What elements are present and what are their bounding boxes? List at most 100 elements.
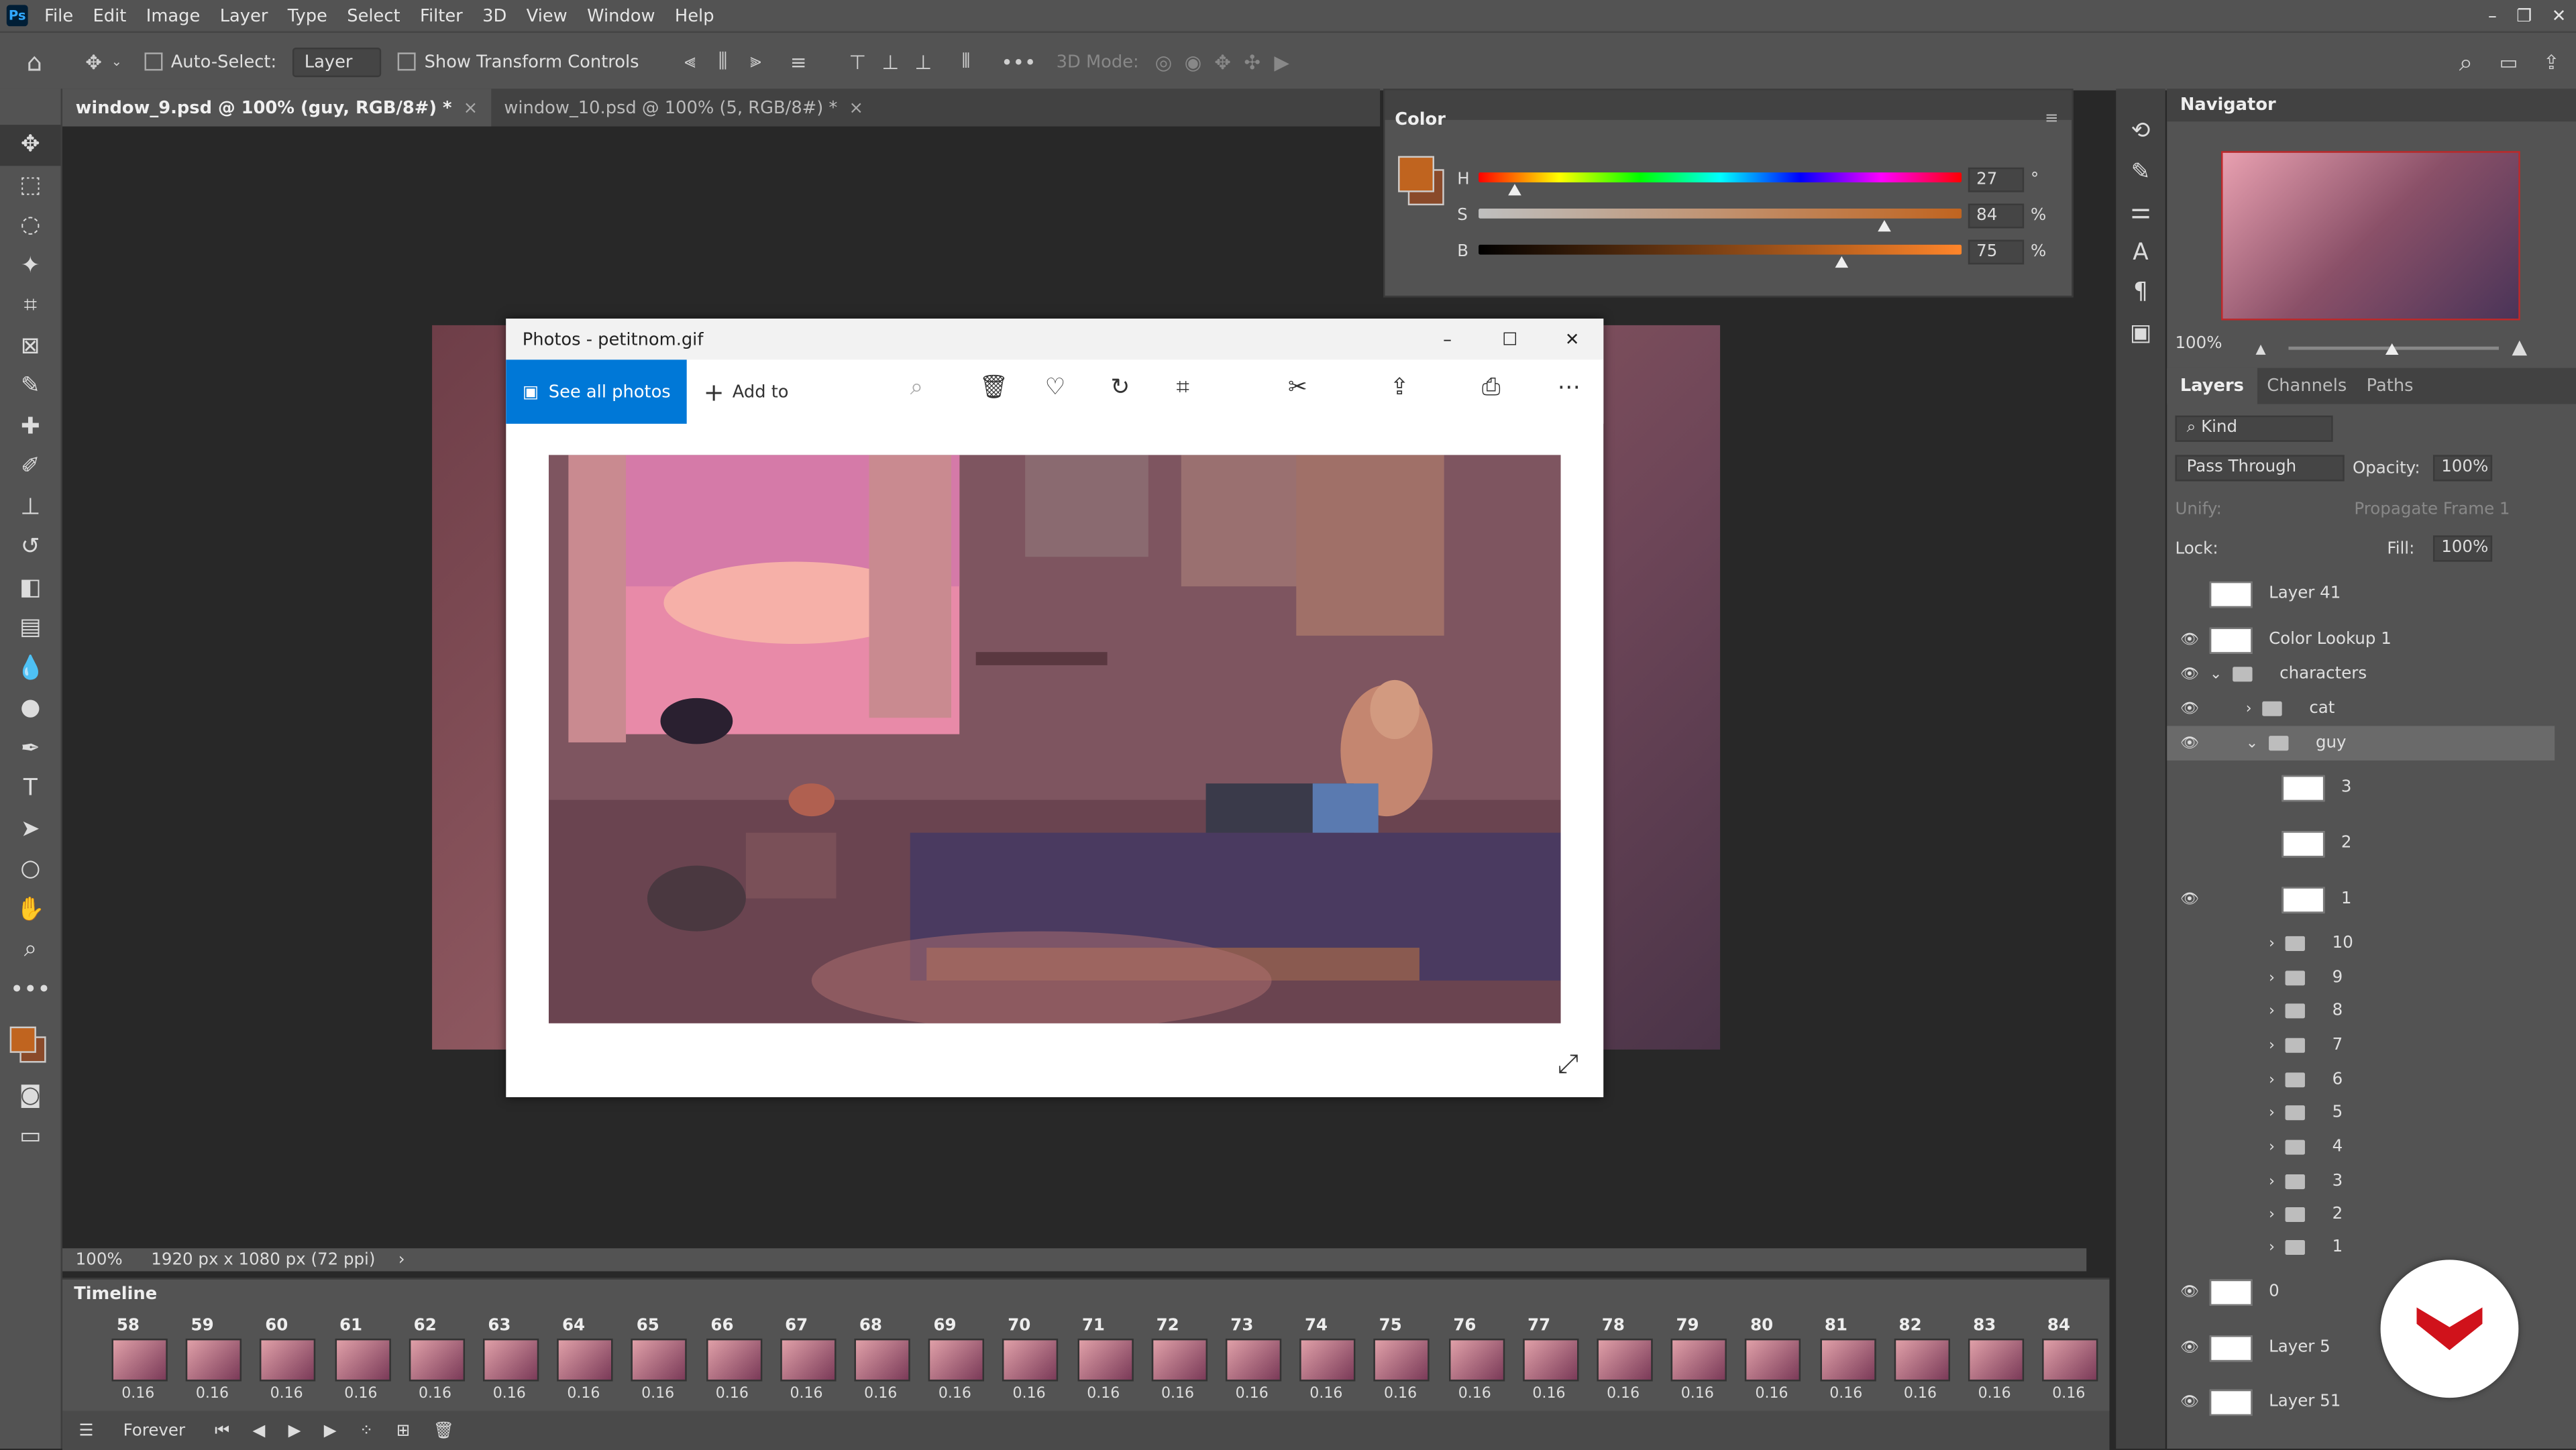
frame-delay[interactable]: 0.16 bbox=[1458, 1386, 1503, 1402]
frame-delay[interactable]: 0.16 bbox=[344, 1386, 388, 1402]
hue-input[interactable]: 27 bbox=[1968, 167, 2025, 192]
zoom-level[interactable]: 100% bbox=[76, 1251, 142, 1269]
frame-delay[interactable]: 0.16 bbox=[1607, 1386, 1651, 1402]
auto-select-dropdown[interactable]: Layer bbox=[292, 46, 382, 76]
first-frame-icon[interactable]: ⏮ bbox=[215, 1422, 229, 1440]
eye-icon[interactable]: 👁 bbox=[2180, 1284, 2199, 1300]
chevron-right-icon[interactable]: › bbox=[2246, 700, 2252, 716]
photos-titlebar[interactable]: Photos - petitnom.gif – ☐ ✕ bbox=[506, 319, 1604, 360]
workspace-icon[interactable]: ▭ bbox=[2497, 50, 2520, 73]
delete-frame-icon[interactable]: 🗑 bbox=[433, 1422, 454, 1440]
screen-mode-icon[interactable]: ▭ bbox=[0, 1116, 61, 1156]
close-button[interactable]: ✕ bbox=[1541, 329, 1603, 349]
chevron-right-icon[interactable]: › bbox=[2269, 1072, 2275, 1088]
timeline-frame[interactable]: 70 0.16 bbox=[986, 1317, 1059, 1409]
3d-roll-icon[interactable]: ◉ bbox=[1181, 50, 1204, 73]
navigator-tab[interactable]: Navigator bbox=[2167, 89, 2576, 122]
frame-delay[interactable]: 0.16 bbox=[1236, 1386, 1280, 1402]
eye-icon[interactable]: 👁 bbox=[2180, 666, 2199, 682]
timeline-frame[interactable]: 64 0.16 bbox=[541, 1317, 613, 1409]
chevron-right-icon[interactable]: › bbox=[2269, 1207, 2275, 1223]
close-app-button[interactable]: ✕ bbox=[2542, 6, 2576, 25]
frame-delay[interactable]: 0.16 bbox=[716, 1386, 760, 1402]
lasso-tool-icon[interactable]: ◌ bbox=[0, 205, 61, 245]
tab-channels[interactable]: Channels bbox=[2257, 376, 2357, 396]
chevron-right-icon[interactable]: › bbox=[2269, 936, 2275, 952]
marquee-tool-icon[interactable]: ⬚ bbox=[0, 165, 61, 205]
frame-delay[interactable]: 0.16 bbox=[641, 1386, 686, 1402]
3d-pan-icon[interactable]: ✥ bbox=[1211, 50, 1234, 73]
frame-delay[interactable]: 0.16 bbox=[864, 1386, 908, 1402]
layer-row[interactable]: › 5 bbox=[2167, 1095, 2555, 1129]
align-left-icon[interactable]: ⫷ bbox=[678, 49, 701, 73]
minimize-app-button[interactable]: – bbox=[2478, 6, 2506, 25]
timeline-frame[interactable]: 65 0.16 bbox=[615, 1317, 688, 1409]
play-icon[interactable]: ▶ bbox=[288, 1422, 301, 1440]
saturation-slider[interactable] bbox=[1479, 209, 1962, 219]
zoom-out-icon[interactable]: ▲ bbox=[2255, 341, 2265, 356]
more-icon[interactable]: ⋯ bbox=[1558, 374, 1580, 400]
distribute-vertical-icon[interactable]: ⫴ bbox=[955, 49, 977, 73]
timeline-frame[interactable]: 74 0.16 bbox=[1283, 1317, 1356, 1409]
layer-row[interactable]: 👁 ⌄ characters bbox=[2167, 657, 2555, 691]
timeline-frame[interactable]: 66 0.16 bbox=[690, 1317, 762, 1409]
blend-mode-dropdown[interactable]: Pass Through bbox=[2175, 455, 2345, 482]
status-arrow-icon[interactable]: › bbox=[398, 1251, 405, 1269]
color-swatches[interactable] bbox=[0, 1010, 61, 1076]
navigator-zoom-thumb[interactable] bbox=[2385, 343, 2399, 355]
path-selection-icon[interactable]: ➤ bbox=[0, 809, 61, 849]
brush-tool-icon[interactable]: ✐ bbox=[0, 447, 61, 487]
menu-edit[interactable]: Edit bbox=[83, 6, 136, 25]
loop-dropdown[interactable]: Forever bbox=[123, 1422, 185, 1440]
timeline-frame[interactable]: 76 0.16 bbox=[1432, 1317, 1505, 1409]
show-transform-checkbox[interactable] bbox=[398, 52, 417, 71]
navigator-preview[interactable] bbox=[2221, 151, 2520, 321]
fill-input[interactable]: 100% bbox=[2432, 535, 2493, 562]
chevron-right-icon[interactable]: › bbox=[2269, 1174, 2275, 1190]
menu-3d[interactable]: 3D bbox=[472, 6, 517, 25]
auto-select-checkbox[interactable] bbox=[144, 52, 163, 71]
see-all-photos-button[interactable]: ▣ See all photos bbox=[506, 359, 688, 424]
saturation-slider-thumb[interactable] bbox=[1878, 220, 1891, 232]
tab-layers[interactable]: Layers bbox=[2167, 368, 2257, 404]
zoom-icon[interactable]: ⌕ bbox=[910, 374, 923, 400]
frame-delay[interactable]: 0.16 bbox=[196, 1386, 240, 1402]
timeline-frame[interactable]: 75 0.16 bbox=[1358, 1317, 1430, 1409]
panel-menu-icon[interactable]: ≡ bbox=[2045, 110, 2059, 128]
align-right-icon[interactable]: ⫸ bbox=[744, 49, 767, 73]
crop-icon[interactable]: ⌗ bbox=[1176, 374, 1189, 400]
character-icon[interactable]: A bbox=[2116, 233, 2165, 273]
pen-tool-icon[interactable]: ✒ bbox=[0, 728, 61, 769]
menu-select[interactable]: Select bbox=[337, 6, 411, 25]
layer-row[interactable]: › 1 bbox=[2167, 1230, 2555, 1264]
brightness-slider-thumb[interactable] bbox=[1834, 256, 1847, 268]
timeline-frame[interactable]: 67 0.16 bbox=[763, 1317, 837, 1409]
frame-delay[interactable]: 0.16 bbox=[121, 1386, 166, 1402]
expand-icon[interactable]: ⤢ bbox=[1558, 1048, 1578, 1080]
eraser-icon[interactable]: ◧ bbox=[0, 567, 61, 608]
eye-icon[interactable]: 👁 bbox=[2180, 632, 2199, 648]
dodge-tool-icon[interactable]: ● bbox=[0, 688, 61, 728]
frame-delay[interactable]: 0.16 bbox=[938, 1386, 983, 1402]
menu-file[interactable]: File bbox=[34, 6, 83, 25]
timeline-frame[interactable]: 79 0.16 bbox=[1655, 1317, 1727, 1409]
chevron-right-icon[interactable]: › bbox=[2269, 1038, 2275, 1054]
minimize-button[interactable]: – bbox=[1416, 329, 1479, 349]
chevron-right-icon[interactable]: › bbox=[2269, 970, 2275, 986]
layer-row[interactable]: 👁 ⌄ guy bbox=[2167, 726, 2555, 761]
layer-row[interactable]: 👁 Color Lookup 1 bbox=[2167, 622, 2555, 657]
eye-icon[interactable]: 👁 bbox=[2180, 735, 2199, 751]
layer-row[interactable]: › 7 bbox=[2167, 1028, 2555, 1062]
navigator-zoom[interactable]: 100% bbox=[2175, 335, 2222, 353]
layer-row[interactable]: Layer 41 bbox=[2167, 577, 2555, 611]
auto-select-option[interactable]: Auto-Select: bbox=[144, 52, 276, 72]
frame-delay[interactable]: 0.16 bbox=[1087, 1386, 1131, 1402]
timeline-frame[interactable]: 60 0.16 bbox=[244, 1317, 317, 1409]
timeline-frame[interactable]: 73 0.16 bbox=[1209, 1317, 1282, 1409]
photo-image[interactable] bbox=[548, 455, 1561, 1023]
share-icon[interactable]: ⇪ bbox=[2540, 50, 2563, 73]
timeline-frame[interactable]: 81 0.16 bbox=[1803, 1317, 1876, 1409]
layer-row[interactable]: 3 bbox=[2167, 771, 2555, 805]
magic-wand-icon[interactable]: ✦ bbox=[0, 245, 61, 286]
heart-icon[interactable]: ♡ bbox=[1045, 374, 1066, 400]
